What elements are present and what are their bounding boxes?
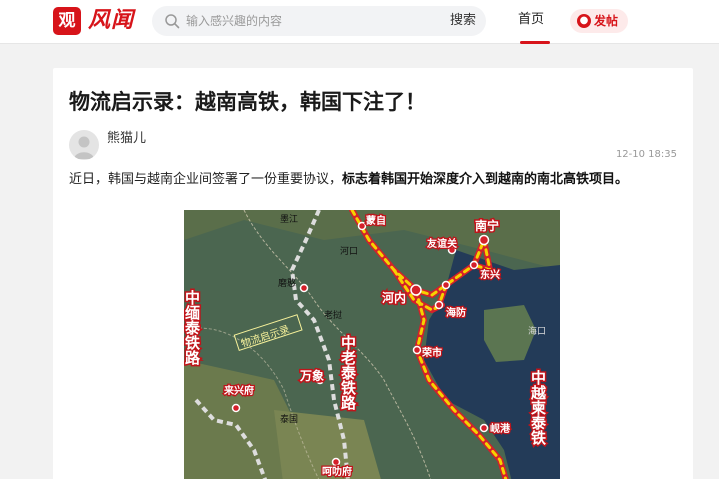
nav-home-underline: [520, 41, 550, 44]
search-box: 搜索: [152, 6, 486, 36]
map-label-zhonglao: 中老泰铁路: [339, 334, 357, 410]
avatar-icon: [74, 136, 94, 159]
map-label-zhongyue: 中越柬泰铁: [529, 369, 547, 446]
map-label-mengzi: 蒙自: [366, 214, 386, 227]
map-label-laixingfu: 来兴府: [223, 384, 254, 397]
map-label-kelafu: 呵叻府: [322, 465, 352, 478]
map-label-hekou: 河口: [340, 245, 358, 257]
map-label-zhongmian: 中缅泰铁路: [184, 289, 201, 365]
map-label-haifang: 海防: [446, 306, 466, 319]
map-label-dongxing: 东兴: [480, 268, 500, 281]
map-label-hanoi: 河内: [381, 290, 406, 305]
map-label-youyiguan: 友谊关: [427, 237, 457, 250]
search-button[interactable]: 搜索: [450, 6, 476, 36]
map-label-boluo: 磨憨: [278, 277, 296, 289]
article-intro: 近日，韩国与越南企业间签署了一份重要协议，标志着韩国开始深度介入到越南的南北高铁…: [69, 170, 679, 190]
post-time: 12-10 18:35: [615, 149, 677, 160]
intro-plain: 近日，韩国与越南企业间签署了一份重要协议，: [69, 172, 343, 187]
avatar[interactable]: [69, 130, 99, 160]
map-label-nanning: 南宁: [475, 218, 499, 233]
top-bar: 观 风闻 搜索 首页 ● 发帖: [0, 0, 719, 44]
post-button-label: 发帖: [594, 14, 619, 28]
map-label-taiguo: 泰国: [280, 413, 298, 425]
railway-map-image: 蒙自 友谊关 东兴 海防 荣市 岘港 来兴府 呵叻府 南宁 河内 万象 墨江 河…: [184, 210, 560, 479]
author-name[interactable]: 熊猫儿: [107, 130, 146, 148]
map-label-laos: 老挝: [324, 309, 342, 321]
nav-home[interactable]: 首页: [518, 0, 544, 44]
map-label-haikou: 海口: [528, 325, 546, 337]
map-label-xianggang: 岘港: [490, 422, 511, 435]
post-icon: ●: [577, 14, 591, 28]
article-title: 物流启示录：越南高铁，韩国下注了！: [69, 90, 426, 114]
map-label-yongshi: 荣市: [421, 346, 442, 359]
logo-text[interactable]: 风闻: [88, 6, 134, 36]
railway-map: 蒙自 友谊关 东兴 海防 荣市 岘港 来兴府 呵叻府 南宁 河内 万象 墨江 河…: [184, 210, 560, 479]
search-input[interactable]: [186, 6, 426, 36]
map-label-moxiang: 墨江: [280, 214, 298, 225]
search-icon: [165, 14, 180, 29]
intro-bold: 标志着韩国开始深度介入到越南的南北高铁项目。: [342, 172, 629, 187]
map-label-wanxiang: 万象: [299, 368, 324, 383]
post-button[interactable]: ● 发帖: [570, 9, 628, 33]
logo-icon[interactable]: 观: [53, 7, 81, 35]
article-card: 物流启示录：越南高铁，韩国下注了！ 熊猫儿 12-10 18:35 近日，韩国与…: [53, 68, 693, 479]
